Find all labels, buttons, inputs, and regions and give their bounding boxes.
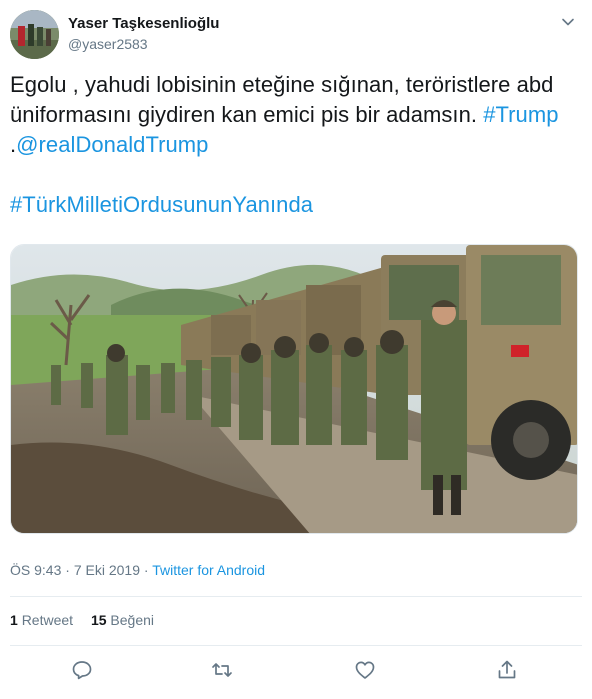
hashtag-trump[interactable]: #Trump xyxy=(483,102,558,127)
like-count: 15 xyxy=(90,612,107,628)
like-label: Beğeni xyxy=(110,612,154,628)
divider xyxy=(10,596,582,597)
retweet-stat[interactable]: 1 Retweet xyxy=(10,612,73,628)
avatar[interactable] xyxy=(10,10,59,59)
tweet-line-3: .@realDonaldTrump xyxy=(10,130,582,160)
reply-button[interactable] xyxy=(70,658,94,682)
tweet-card: Yaser Taşkesenlioğlu @yaser2583 Egolu , … xyxy=(0,0,592,699)
like-stat[interactable]: 15 Beğeni xyxy=(91,612,154,628)
share-button[interactable] xyxy=(495,658,519,682)
tweet-header: Yaser Taşkesenlioğlu @yaser2583 xyxy=(10,10,582,60)
display-name[interactable]: Yaser Taşkesenlioğlu xyxy=(68,15,219,32)
share-icon xyxy=(498,660,516,679)
tweet-spacer xyxy=(10,160,582,190)
tweet-meta: ÖS 9:43 · 7 Eki 2019 · Twitter for Andro… xyxy=(10,562,265,578)
tweet-date[interactable]: 7 Eki 2019 xyxy=(74,562,140,578)
meta-separator: · xyxy=(61,562,74,578)
soldiers-photo xyxy=(11,245,577,533)
tweet-line-1: Egolu , yahudi lobisinin eteğine sığınan… xyxy=(10,72,554,97)
tweet-text: Egolu , yahudi lobisinin eteğine sığınan… xyxy=(10,70,582,220)
meta-separator: · xyxy=(140,562,153,578)
user-handle[interactable]: @yaser2583 xyxy=(68,36,148,52)
chevron-down-icon[interactable] xyxy=(560,14,576,30)
retweet-button[interactable] xyxy=(210,658,234,682)
tweet-photo[interactable] xyxy=(10,244,578,534)
tweet-time[interactable]: ÖS 9:43 xyxy=(10,562,61,578)
mention-link[interactable]: @realDonaldTrump xyxy=(16,132,208,157)
retweet-label: Retweet xyxy=(21,612,74,628)
tweet-line-2-text: üniformasını giydiren kan emici pis bir … xyxy=(10,102,484,127)
tweet-stats: 1 Retweet 15 Beğeni xyxy=(10,612,168,628)
divider xyxy=(10,645,582,646)
retweet-count: 1 xyxy=(10,612,18,628)
tweet-line-2: üniformasını giydiren kan emici pis bir … xyxy=(10,100,582,130)
action-bar xyxy=(10,650,582,690)
heart-icon xyxy=(355,661,375,679)
hashtag-turk-milleti[interactable]: #TürkMilletiOrdusununYanında xyxy=(10,190,582,220)
retweet-icon xyxy=(212,663,232,677)
reply-icon xyxy=(72,661,92,680)
tweet-source[interactable]: Twitter for Android xyxy=(152,562,265,578)
like-button[interactable] xyxy=(353,658,377,682)
avatar-image xyxy=(10,10,59,59)
